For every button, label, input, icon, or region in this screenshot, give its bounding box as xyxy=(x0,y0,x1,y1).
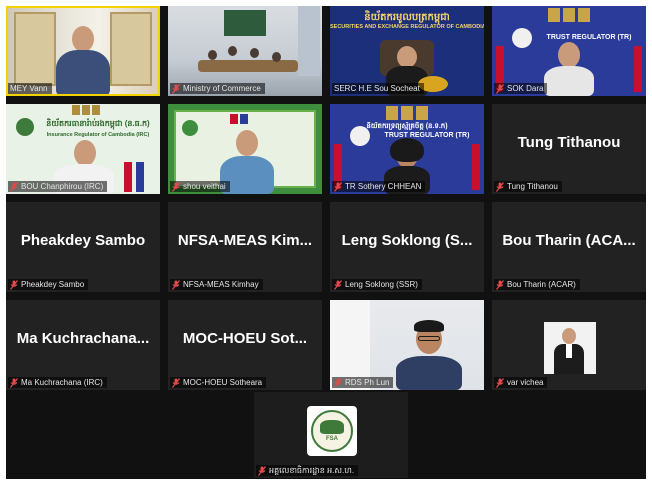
mic-muted-icon xyxy=(172,279,180,290)
mic-muted-icon xyxy=(10,279,18,290)
mic-muted-icon xyxy=(10,181,18,192)
participant-tile-sok-dara[interactable]: TRUST REGULATOR (TR) SOK Dara xyxy=(492,6,646,96)
fsa-logo-text: FSA xyxy=(326,436,338,442)
serc-banner-title: និយ័តករមូលបត្រកម្ពុជា xyxy=(364,12,450,23)
participant-tile-pheakdey-sambo[interactable]: Pheakdey Sambo Pheakdey Sambo xyxy=(6,202,160,292)
trust-regulator-text: TRUST REGULATOR (TR) xyxy=(546,34,632,41)
participant-name-label: Leng Soklong (SSR) xyxy=(332,279,422,290)
participant-name-label: RDS Ph Lun xyxy=(332,377,394,388)
participant-tile-ma-kuchrachana[interactable]: Ma Kuchrachana... Ma Kuchrachana (IRC) xyxy=(6,300,160,390)
participant-name-label: BOU Chanphirou (IRC) xyxy=(8,181,108,192)
participant-tile-shou-veithai[interactable]: shou veithai xyxy=(168,104,322,194)
participant-tile-bou-chanphirou[interactable]: និយ័តករធានារ៉ាប់រងកម្ពុជា (ន.ធ.ក) Insura… xyxy=(6,104,160,194)
video-grid: MEY Vann Ministry of Commerce និយ័តករមូល… xyxy=(6,6,646,479)
participant-name-label: MEY Vann xyxy=(8,83,52,94)
participant-name-label: Tung Tithanou xyxy=(494,181,562,192)
trust-regulator-text: TRUST REGULATOR (TR) xyxy=(384,132,470,139)
participant-display-name: Leng Soklong (S... xyxy=(341,232,473,249)
participant-tile-fsa-secretariat[interactable]: FSA អគ្គលេខាធិការដ្ឋាន អ.ស.ហ. xyxy=(254,392,408,478)
participant-name-label: Ma Kuchrachana (IRC) xyxy=(8,377,107,388)
serc-banner-subtitle: SECURITIES AND EXCHANGE REGULATOR OF CAM… xyxy=(330,24,484,30)
participant-tile-mey-vann[interactable]: MEY Vann xyxy=(6,6,160,96)
irc-banner-subtitle: Insurance Regulator of Cambodia (IRC) xyxy=(46,132,150,138)
mic-muted-icon xyxy=(496,377,504,388)
participant-tile-var-vichea[interactable]: var vichea xyxy=(492,300,646,390)
participant-tile-nfsa-meas-kimhay[interactable]: NFSA-MEAS Kim... NFSA-MEAS Kimhay xyxy=(168,202,322,292)
mic-muted-icon xyxy=(496,83,504,94)
participant-display-name: Ma Kuchrachana... xyxy=(16,330,150,347)
participant-display-name: Bou Tharin (ACA... xyxy=(502,232,636,249)
mic-muted-icon xyxy=(334,377,342,388)
participant-display-name: Pheakdey Sambo xyxy=(20,232,146,249)
participant-display-name: NFSA-MEAS Kim... xyxy=(177,232,313,249)
participant-name-label: var vichea xyxy=(494,377,548,388)
participant-tile-leng-soklong[interactable]: Leng Soklong (S... Leng Soklong (SSR) xyxy=(330,202,484,292)
mic-muted-icon xyxy=(258,465,266,476)
participant-name-label: TR Sothery CHHEAN xyxy=(332,181,426,192)
participant-tile-serc[interactable]: និយ័តករមូលបត្រកម្ពុជា SECURITIES AND EXC… xyxy=(330,6,484,96)
mic-muted-icon xyxy=(172,377,180,388)
participant-name-label: SOK Dara xyxy=(494,83,548,94)
participant-tile-tung-tithanou[interactable]: Tung Tithanou Tung Tithanou xyxy=(492,104,646,194)
participant-name-label: SERC H.E Sou Socheat xyxy=(332,83,424,94)
mic-muted-icon xyxy=(334,279,342,290)
participant-tile-ministry-of-commerce[interactable]: Ministry of Commerce xyxy=(168,6,322,96)
participant-name-label: Pheakdey Sambo xyxy=(8,279,89,290)
participant-tile-rds-ph-lun[interactable]: RDS Ph Lun xyxy=(330,300,484,390)
participant-name-label: NFSA-MEAS Kimhay xyxy=(170,279,263,290)
fsa-logo: FSA xyxy=(307,406,357,456)
mic-muted-icon xyxy=(172,83,180,94)
mic-muted-icon xyxy=(172,181,180,192)
participant-name-label: អគ្គលេខាធិការដ្ឋាន អ.ស.ហ. xyxy=(256,465,359,476)
mic-muted-icon xyxy=(10,377,18,388)
participant-display-name: MOC-HOEU Sot... xyxy=(182,330,308,347)
participant-name-label: shou veithai xyxy=(170,181,230,192)
participant-name-label: MOC-HOEU Sotheara xyxy=(170,377,267,388)
participant-name-label: Ministry of Commerce xyxy=(170,83,265,94)
participant-tile-moc-hoeu-sotheara[interactable]: MOC-HOEU Sot... MOC-HOEU Sotheara xyxy=(168,300,322,390)
participant-tile-sothery-chhean[interactable]: និយ័តករ​ទ្រព្យ​ស្ម័គ្រ​ចិត្ត (ន.ទ.ក) TRU… xyxy=(330,104,484,194)
irc-banner-title: និយ័តករធានារ៉ាប់រងកម្ពុជា (ន.ធ.ក) xyxy=(46,119,150,128)
mic-muted-icon xyxy=(334,181,342,192)
participant-display-name: Tung Tithanou xyxy=(517,134,621,151)
mic-muted-icon xyxy=(496,181,504,192)
participant-name-label: Bou Tharin (ACAR) xyxy=(494,279,580,290)
participant-tile-bou-tharin[interactable]: Bou Tharin (ACA... Bou Tharin (ACAR) xyxy=(492,202,646,292)
mic-muted-icon xyxy=(496,279,504,290)
